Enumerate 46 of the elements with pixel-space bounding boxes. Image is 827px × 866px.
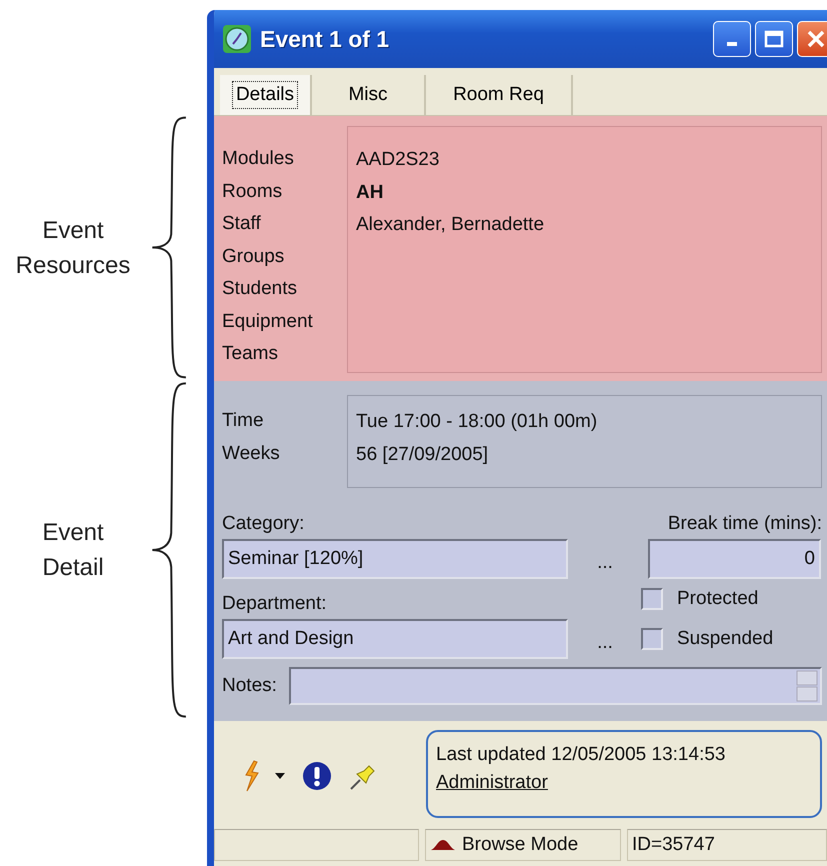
field-label: Rooms — [222, 180, 284, 204]
window-title: Event 1 of 1 — [260, 26, 390, 52]
maximize-icon — [764, 30, 784, 48]
field-value: AAD2S23 — [356, 148, 440, 172]
field-label: Equipment — [222, 310, 314, 334]
field-label: Students — [222, 277, 298, 301]
field-value: 56 [27/09/2005] — [356, 442, 490, 466]
minimize-icon — [727, 42, 737, 46]
tab[interactable]: Details — [220, 75, 312, 115]
field-value: Tue 17:00 - 18:00 (01h 00m) — [356, 410, 598, 434]
field-label: Department: — [222, 592, 328, 616]
annotation-label: Event Resources — [16, 216, 130, 280]
field-label: Break time (mins): — [666, 512, 822, 536]
minimize-button[interactable] — [713, 21, 751, 57]
field-label: Groups — [222, 244, 286, 268]
field-label: Teams — [222, 342, 279, 366]
ellipsis-button[interactable]: ... — [597, 552, 613, 574]
input-field[interactable]: Seminar [120%] — [222, 539, 568, 579]
checkbox-label: Protected — [677, 588, 758, 610]
field-label: Modules — [222, 147, 295, 171]
field-label: Weeks — [222, 442, 281, 466]
checkbox-label: Suspended — [677, 628, 774, 650]
field-label: Time — [222, 409, 265, 433]
clock-icon — [222, 24, 252, 54]
record-id: ID=35747 — [632, 834, 715, 856]
field-label: Category: — [222, 512, 306, 536]
input-field[interactable]: 0 — [648, 539, 821, 579]
field-value: AH — [356, 180, 384, 204]
exclamation-icon[interactable] — [302, 760, 332, 790]
checkbox[interactable] — [641, 628, 663, 650]
field-value: Alexander, Bernadette — [356, 213, 546, 237]
mode-icon — [430, 839, 456, 851]
close-icon — [806, 29, 826, 49]
notes-field[interactable] — [288, 667, 822, 705]
ellipsis-button[interactable]: ... — [597, 632, 613, 654]
user-link[interactable]: Administrator — [436, 772, 548, 794]
field-label: Notes: — [222, 675, 277, 697]
annotation-label: Event Detail — [42, 518, 104, 583]
caret-icon[interactable] — [274, 772, 286, 780]
input-field[interactable]: Art and Design — [222, 619, 568, 659]
last-updated-text: Last updated 12/05/2005 13:14:53 — [436, 744, 726, 766]
maximize-button[interactable] — [755, 21, 793, 57]
field-label: Staff — [222, 212, 262, 236]
close-button[interactable] — [797, 21, 827, 57]
mode-text: Browse Mode — [462, 834, 578, 856]
checkbox[interactable] — [641, 588, 663, 610]
